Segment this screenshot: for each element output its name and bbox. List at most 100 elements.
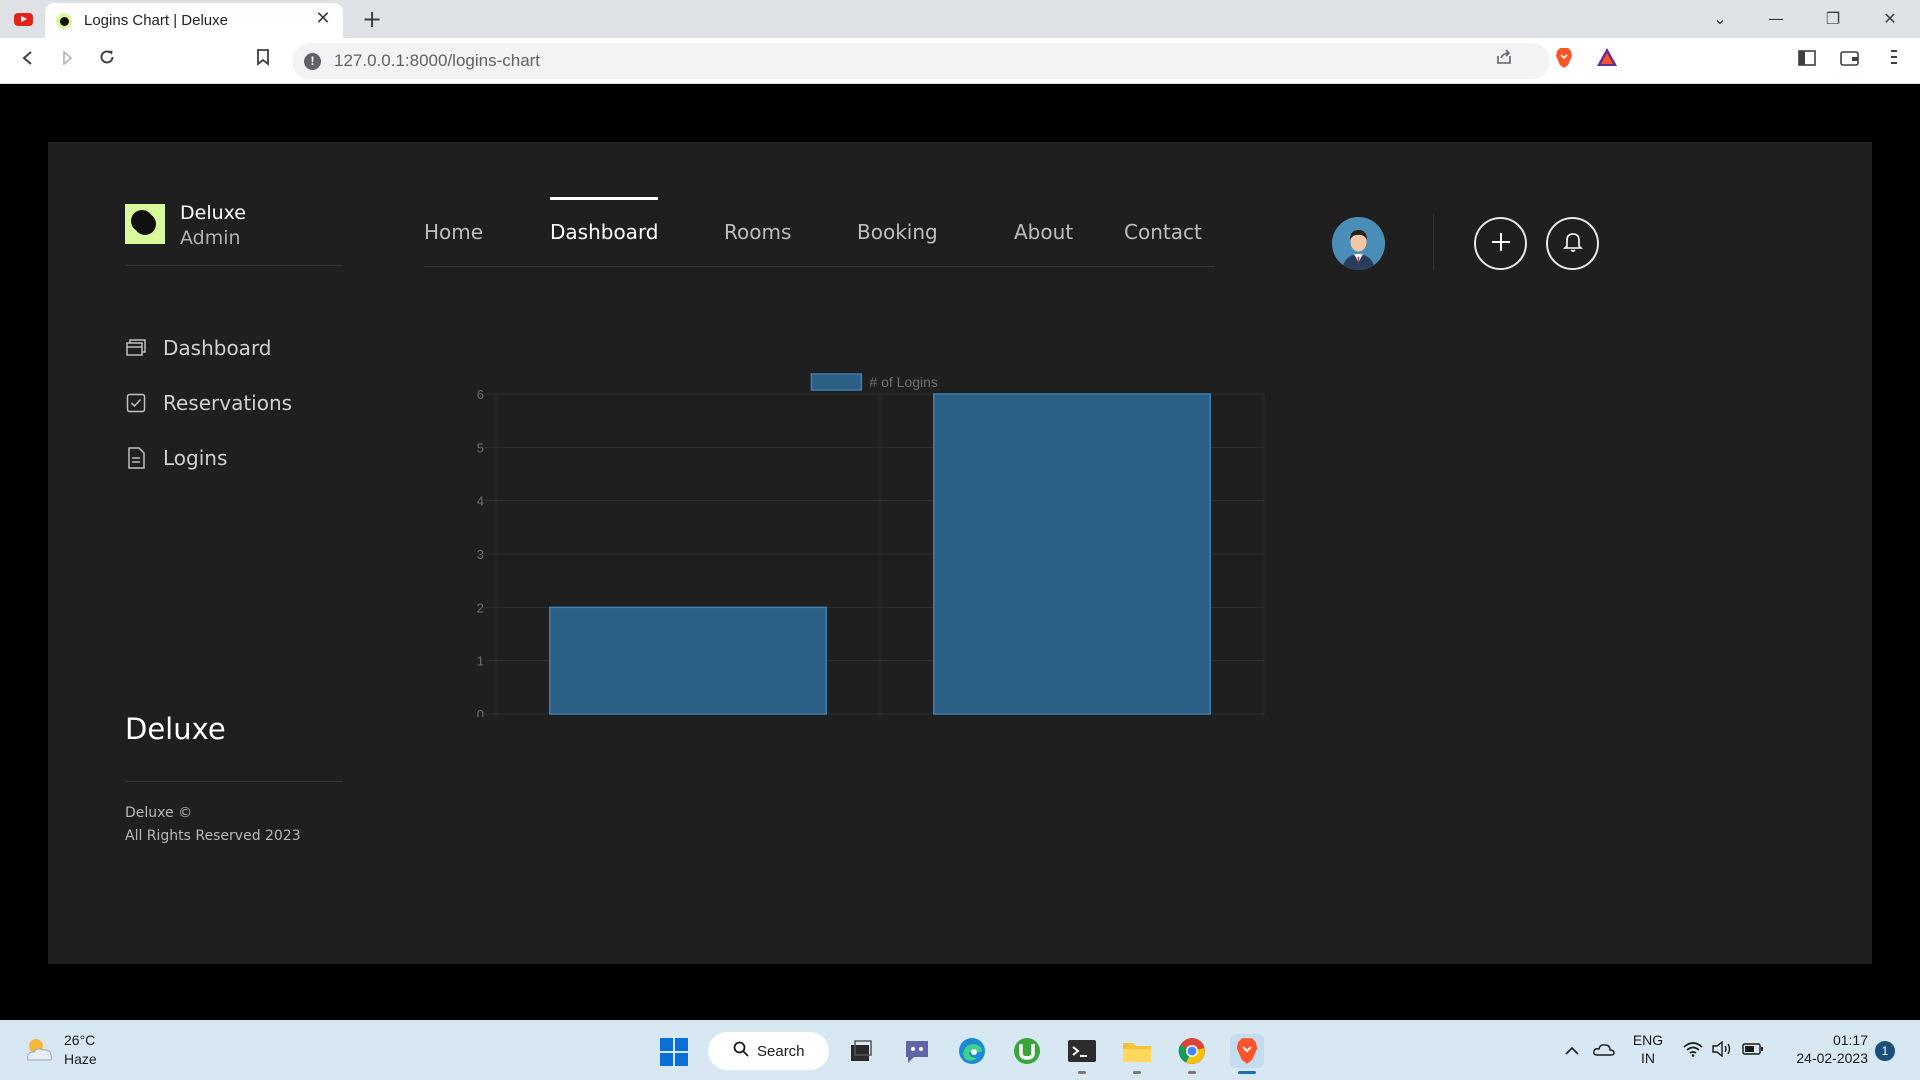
weather-description[interactable]: Haze (64, 1051, 97, 1067)
site-info-icon[interactable]: ! (304, 53, 321, 70)
share-icon[interactable] (1490, 47, 1518, 75)
sidebar-item-label: Reservations (163, 390, 293, 415)
notification-badge[interactable]: 1 (1875, 1041, 1895, 1061)
windows-taskbar: 26°C Haze Search ENG IN 01:17 24-02-2023… (0, 1020, 1920, 1080)
y-tick-label: 1 (477, 654, 484, 669)
y-tick-label: 5 (477, 440, 484, 455)
nav-home[interactable]: Home (424, 220, 483, 244)
nav-dashboard[interactable]: Dashboard (550, 220, 659, 244)
show-hidden-icons-chevron-icon[interactable] (1561, 1041, 1583, 1061)
taskbar-search[interactable]: Search (708, 1032, 829, 1070)
file-explorer-icon[interactable] (1120, 1034, 1154, 1074)
edge-browser-icon[interactable] (955, 1034, 989, 1068)
forward-icon[interactable] (53, 47, 81, 75)
clock-time: 01:17 (1832, 1032, 1868, 1048)
admin-app: Deluxe Admin Dashboard Reservations Logi… (48, 142, 1872, 964)
footer-divider (125, 781, 343, 782)
close-window-button[interactable]: ✕ (1870, 6, 1910, 32)
nav-contact[interactable]: Contact (1124, 220, 1202, 244)
minimize-button[interactable]: — (1756, 6, 1796, 32)
task-view-icon[interactable] (844, 1034, 878, 1068)
bar (933, 393, 1211, 715)
terminal-icon[interactable] (1065, 1034, 1099, 1074)
page-viewport: Deluxe Admin Dashboard Reservations Logi… (0, 84, 1920, 1020)
restore-button[interactable]: ❐ (1813, 6, 1853, 32)
brand-logo-icon (125, 204, 165, 244)
language-indicator[interactable]: ENG IN (1630, 1032, 1666, 1066)
wifi-icon[interactable] (1682, 1041, 1704, 1061)
bell-icon (1562, 231, 1583, 257)
sidebar-item-logins[interactable]: Logins (125, 430, 343, 485)
brand-subtitle: Admin (180, 227, 241, 249)
user-avatar[interactable] (1332, 217, 1385, 270)
brave-browser-icon[interactable] (1230, 1034, 1264, 1074)
sidebar-item-reservations[interactable]: Reservations (125, 375, 343, 430)
legend-label: # of Logins (869, 374, 938, 390)
y-tick-label: 3 (477, 547, 484, 562)
address-bar[interactable]: ! 127.0.0.1:8000/logins-chart (292, 43, 1550, 79)
tab-title: Logins Chart | Deluxe (84, 12, 228, 29)
sidebar-item-label: Dashboard (163, 335, 272, 360)
footer-copy-line-2: All Rights Reserved 2023 (125, 828, 301, 844)
battery-icon[interactable] (1742, 1041, 1764, 1061)
browser-tab-active[interactable]: Logins Chart | Deluxe ✕ (45, 3, 343, 38)
reload-icon[interactable] (93, 47, 121, 75)
sidebar-item-label: Logins (163, 445, 228, 470)
plus-icon (1490, 231, 1512, 257)
brave-shield-icon[interactable] (1550, 47, 1578, 75)
bookmark-icon[interactable] (249, 47, 277, 75)
start-button[interactable] (660, 1038, 688, 1066)
sidebar-nav: Dashboard Reservations Logins (125, 320, 343, 485)
search-icon (733, 1041, 749, 1061)
nav-booking[interactable]: Booking (857, 220, 938, 244)
sidebar-item-dashboard[interactable]: Dashboard (125, 320, 343, 375)
brand-block[interactable]: Deluxe Admin (125, 202, 343, 266)
notifications-button[interactable] (1546, 217, 1599, 270)
region-code: IN (1641, 1050, 1655, 1066)
logins-bar-chart: 01234562023-02-232023-02-24# of Logins (477, 373, 1265, 717)
legend-swatch (810, 373, 863, 391)
site-favicon-icon (56, 13, 72, 29)
youtube-tab-icon[interactable] (10, 9, 36, 29)
tab-search-chevron-icon[interactable]: ⌄ (1700, 6, 1740, 32)
footer-copy-line-1: Deluxe © (125, 805, 193, 821)
browser-tab-bar: Logins Chart | Deluxe ✕ + ⌄ — ❐ ✕ (0, 0, 1920, 38)
sidebar-toggle-icon[interactable] (1793, 47, 1821, 75)
weather-temperature[interactable]: 26°C (64, 1032, 95, 1048)
y-tick-label: 0 (477, 707, 484, 717)
header-divider (1433, 214, 1434, 270)
back-icon[interactable] (14, 47, 42, 75)
nav-about[interactable]: About (1014, 220, 1073, 244)
language-code: ENG (1632, 1032, 1664, 1048)
brave-rewards-icon[interactable] (1593, 47, 1621, 75)
weather-haze-icon[interactable] (22, 1036, 56, 1064)
clock[interactable]: 01:17 24-02-2023 (1778, 1032, 1868, 1066)
onedrive-cloud-icon[interactable] (1593, 1041, 1615, 1061)
browser-toolbar: ! 127.0.0.1:8000/logins-chart (0, 38, 1920, 84)
document-icon (125, 446, 147, 469)
wallet-icon[interactable] (1836, 47, 1864, 75)
add-button[interactable] (1474, 217, 1527, 270)
y-tick-label: 4 (477, 494, 484, 509)
footer-brand: Deluxe (125, 712, 226, 746)
bar (549, 606, 827, 715)
tab-close-icon[interactable]: ✕ (312, 8, 334, 30)
active-nav-underline (550, 197, 658, 200)
footer-copyright: Deluxe © All Rights Reserved 2023 (125, 802, 301, 848)
brand-name: Deluxe (180, 202, 246, 224)
menu-icon[interactable] (1880, 47, 1908, 75)
new-tab-button[interactable]: + (358, 5, 386, 33)
clock-date: 24-02-2023 (1796, 1050, 1868, 1066)
chrome-icon[interactable] (1175, 1034, 1209, 1074)
utorrent-icon[interactable] (1010, 1034, 1044, 1068)
y-tick-label: 2 (477, 600, 484, 615)
volume-icon[interactable] (1712, 1040, 1734, 1061)
nav-rooms[interactable]: Rooms (724, 220, 791, 244)
y-tick-label: 6 (477, 387, 484, 402)
url-text[interactable]: 127.0.0.1:8000/logins-chart (334, 51, 540, 71)
checkbox-icon (125, 392, 147, 414)
top-nav: Home Dashboard Rooms Booking About Conta… (424, 197, 1215, 267)
window-icon (125, 337, 147, 359)
teams-chat-icon[interactable] (900, 1034, 934, 1068)
taskbar-search-label: Search (757, 1042, 805, 1060)
